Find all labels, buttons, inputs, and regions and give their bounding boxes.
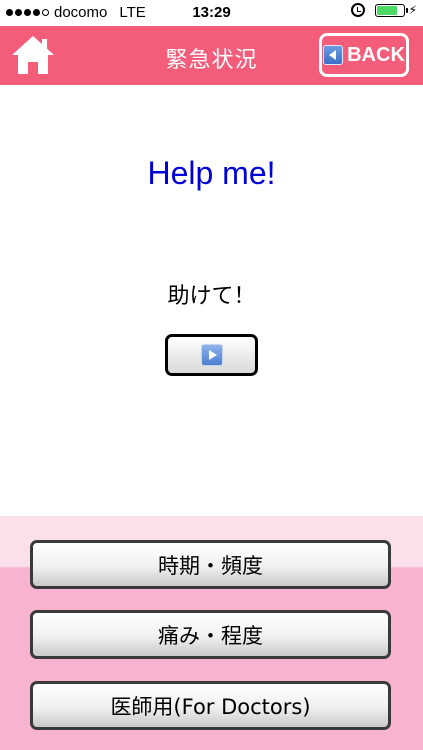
charging-icon: ⚡︎ [408, 3, 417, 17]
play-audio-button[interactable] [165, 334, 258, 376]
category-button-timing[interactable]: 時期・頻度 [30, 540, 391, 589]
category-panel: 時期・頻度 痛み・程度 医師用(For Doctors) [0, 516, 423, 750]
status-bar: docomo LTE 13:29 ⚡︎ [0, 0, 423, 26]
status-right: ⚡︎ [350, 3, 417, 17]
alarm-icon [350, 3, 365, 17]
back-label: BACK [347, 43, 405, 66]
battery-icon [374, 3, 408, 17]
back-arrow-icon [323, 45, 344, 65]
back-button[interactable]: BACK [319, 33, 409, 77]
play-icon [200, 344, 223, 366]
category-button-for-doctors[interactable]: 医師用(For Doctors) [30, 681, 391, 730]
nav-bar: 緊急状況 BACK [0, 26, 423, 85]
phrase-english: Help me! [147, 155, 276, 191]
category-button-pain[interactable]: 痛み・程度 [30, 610, 391, 659]
phrase-japanese: 助けて！ [167, 284, 256, 309]
